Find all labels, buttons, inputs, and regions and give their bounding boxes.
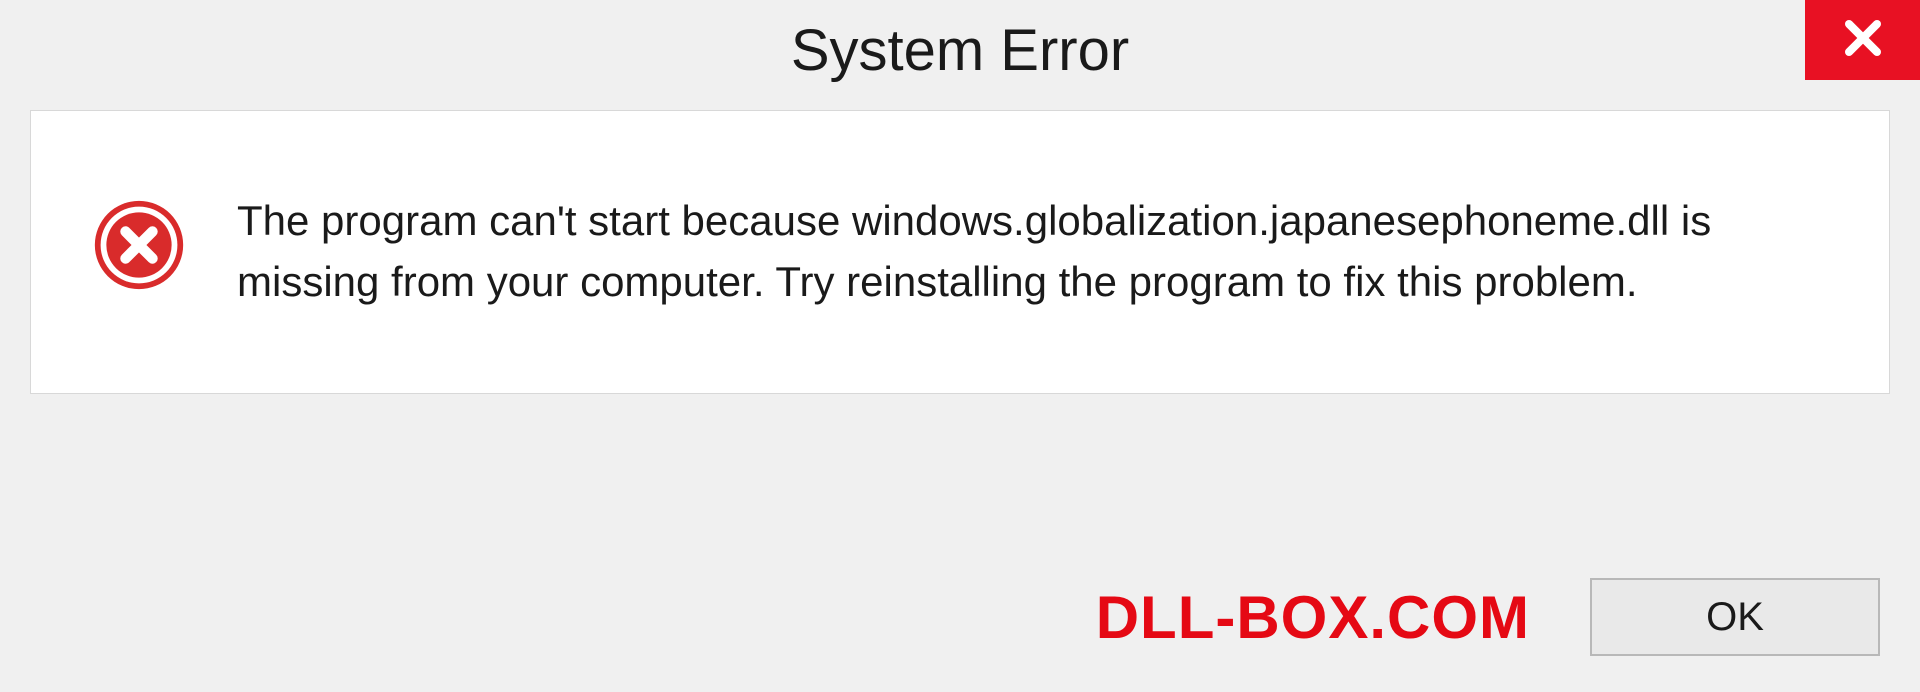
watermark-text: DLL-BOX.COM xyxy=(1096,583,1530,652)
error-message: The program can't start because windows.… xyxy=(237,191,1829,313)
ok-button[interactable]: OK xyxy=(1590,578,1880,656)
error-dialog: System Error The program can't start bec… xyxy=(0,0,1920,692)
close-icon xyxy=(1839,14,1887,67)
error-icon xyxy=(91,197,187,293)
titlebar: System Error xyxy=(0,0,1920,100)
close-button[interactable] xyxy=(1805,0,1920,80)
content-area: The program can't start because windows.… xyxy=(30,110,1890,394)
footer: DLL-BOX.COM OK xyxy=(40,578,1880,656)
dialog-title: System Error xyxy=(791,17,1129,84)
